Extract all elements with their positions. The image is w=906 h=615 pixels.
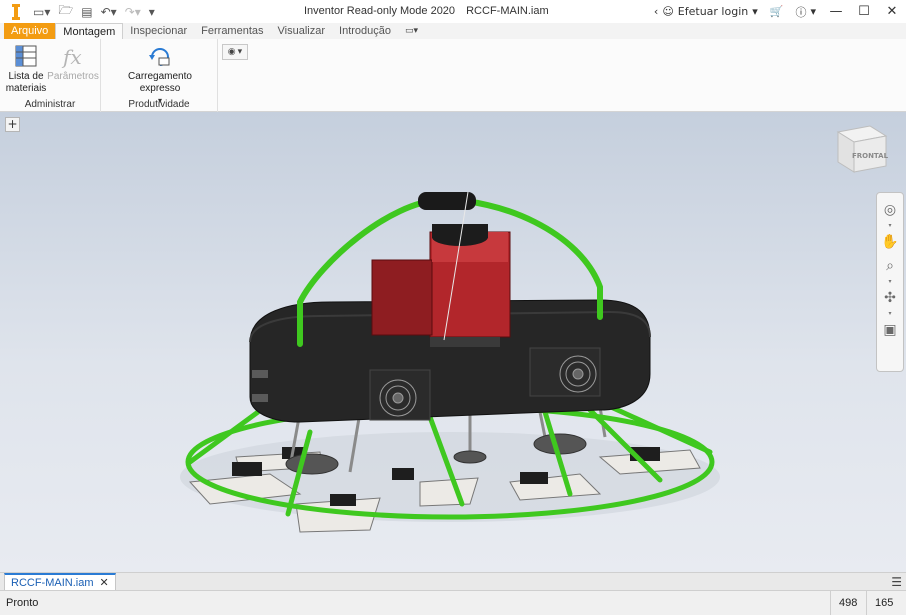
title-bar: ▭▾ 🗁 ▤ ↶▾ ↷▾ ▾ Inventor Read-only Mode 2… bbox=[0, 0, 906, 23]
graphics-viewport[interactable]: + FRONTAL ◎ ▾ ✋ ⌕ ▾ ✣ ▾ ▣ bbox=[0, 112, 906, 572]
user-icon: ☺ bbox=[662, 5, 674, 18]
ribbon-extra-dropdown[interactable]: ◉ ▾ bbox=[222, 44, 248, 60]
minimize-button[interactable]: — bbox=[822, 4, 850, 19]
document-tabs: RCCF-MAIN.iam ✕ ☰ bbox=[0, 572, 906, 591]
express-load-icon bbox=[146, 43, 174, 69]
tab-montagem[interactable]: Montagem bbox=[55, 23, 124, 39]
chevron-left-icon: ‹ bbox=[653, 5, 659, 18]
chevron-down-icon[interactable]: ▾ bbox=[888, 279, 891, 285]
doc-tab-label: RCCF-MAIN.iam bbox=[11, 576, 94, 589]
tab-arquivo[interactable]: Arquivo bbox=[4, 23, 56, 39]
bom-label-1: Lista de bbox=[8, 71, 44, 82]
steering-wheel-icon[interactable]: ◎ bbox=[879, 199, 901, 221]
navigation-bar: ◎ ▾ ✋ ⌕ ▾ ✣ ▾ ▣ bbox=[876, 192, 904, 372]
orbit-icon[interactable]: ✣ bbox=[879, 287, 901, 309]
tab-ferramentas[interactable]: Ferramentas bbox=[194, 23, 270, 39]
bom-label-2: materiais bbox=[5, 83, 47, 94]
viewcube-face-label: FRONTAL bbox=[852, 152, 888, 160]
login-button[interactable]: ‹ ☺ Efetuar login ▾ bbox=[648, 5, 764, 18]
quick-access-toolbar: ▭▾ 🗁 ▤ ↶▾ ↷▾ ▾ bbox=[30, 1, 158, 22]
pan-hand-icon[interactable]: ✋ bbox=[879, 231, 901, 253]
tab-inspecionar[interactable]: Inspecionar bbox=[123, 23, 194, 39]
panel-produtividade: Carregamento expresso ▾ Produtividade bbox=[101, 39, 218, 112]
tabs-menu-icon[interactable]: ☰ bbox=[891, 575, 902, 589]
status-text: Pronto bbox=[6, 597, 39, 609]
close-tab-icon[interactable]: ✕ bbox=[100, 576, 109, 589]
close-button[interactable]: ✕ bbox=[878, 4, 906, 19]
customize-icon[interactable]: ▾ bbox=[146, 5, 158, 19]
cart-button[interactable]: 🛒 bbox=[764, 5, 790, 18]
open-documents-count: 165 bbox=[866, 591, 906, 615]
look-at-icon[interactable]: ▣ bbox=[879, 319, 901, 341]
inventor-logo-icon bbox=[8, 3, 24, 21]
open-icon[interactable]: 🗁 bbox=[55, 1, 76, 22]
panel-title-produtividade: Produtividade bbox=[128, 99, 190, 110]
chevron-down-icon: ▾ bbox=[810, 5, 816, 18]
viewcube[interactable]: FRONTAL bbox=[828, 122, 889, 176]
parameters-button[interactable]: fx Parâmetros bbox=[47, 43, 99, 83]
help-button[interactable]: ⓘ ▾ bbox=[789, 4, 822, 20]
bom-icon bbox=[12, 43, 40, 69]
new-icon[interactable]: ▭▾ bbox=[30, 5, 53, 19]
express-load-label: Carregamento expresso bbox=[128, 71, 192, 94]
svg-text:fx: fx bbox=[61, 45, 82, 69]
redo-icon[interactable]: ↷▾ bbox=[122, 5, 144, 19]
occurrence-count: 498 bbox=[830, 591, 866, 615]
help-icon: ⓘ bbox=[795, 5, 807, 19]
undo-icon[interactable]: ↶▾ bbox=[98, 5, 120, 19]
panel-administrar: Lista de materiais fx Parâmetros Adminis… bbox=[0, 39, 101, 112]
tab-introducao[interactable]: Introdução bbox=[332, 23, 398, 39]
bom-button[interactable]: Lista de materiais bbox=[6, 43, 46, 95]
ribbon-tabs: Arquivo Montagem Inspecionar Ferramentas… bbox=[0, 23, 906, 39]
login-label: Efetuar login bbox=[677, 5, 749, 18]
maximize-button[interactable]: ☐ bbox=[850, 4, 878, 19]
app-title: Inventor Read-only Mode 2020 bbox=[304, 5, 456, 17]
chevron-down-icon[interactable]: ▾ bbox=[888, 311, 891, 317]
status-bar: Pronto 498 165 bbox=[0, 590, 906, 615]
chevron-down-icon: ▾ bbox=[752, 5, 758, 18]
title-bar-right: ‹ ☺ Efetuar login ▾ 🛒 ⓘ ▾ — ☐ ✕ bbox=[648, 0, 906, 23]
circle-chevron-icon: ◉ bbox=[227, 47, 236, 57]
save-icon[interactable]: ▤ bbox=[78, 5, 95, 19]
ribbon-display-toggle[interactable]: ▭▾ bbox=[398, 23, 425, 39]
window-title: Inventor Read-only Mode 2020 RCCF-MAIN.i… bbox=[304, 5, 549, 17]
express-load-button[interactable]: Carregamento expresso ▾ bbox=[107, 43, 213, 107]
chevron-down-icon[interactable]: ▾ bbox=[888, 223, 891, 229]
tab-visualizar[interactable]: Visualizar bbox=[271, 23, 333, 39]
panel-title-administrar: Administrar bbox=[24, 99, 76, 110]
ribbon: Lista de materiais fx Parâmetros Adminis… bbox=[0, 39, 906, 112]
chevron-down-icon: ▾ bbox=[237, 47, 243, 57]
zoom-icon[interactable]: ⌕ bbox=[879, 255, 901, 277]
fx-icon: fx bbox=[59, 43, 87, 69]
document-title: RCCF-MAIN.iam bbox=[466, 5, 549, 17]
parameters-label: Parâmetros bbox=[47, 71, 99, 82]
assembly-model[interactable] bbox=[0, 112, 906, 572]
cart-icon: 🛒 bbox=[769, 5, 784, 18]
doc-tab-rccf-main[interactable]: RCCF-MAIN.iam ✕ bbox=[4, 573, 116, 591]
